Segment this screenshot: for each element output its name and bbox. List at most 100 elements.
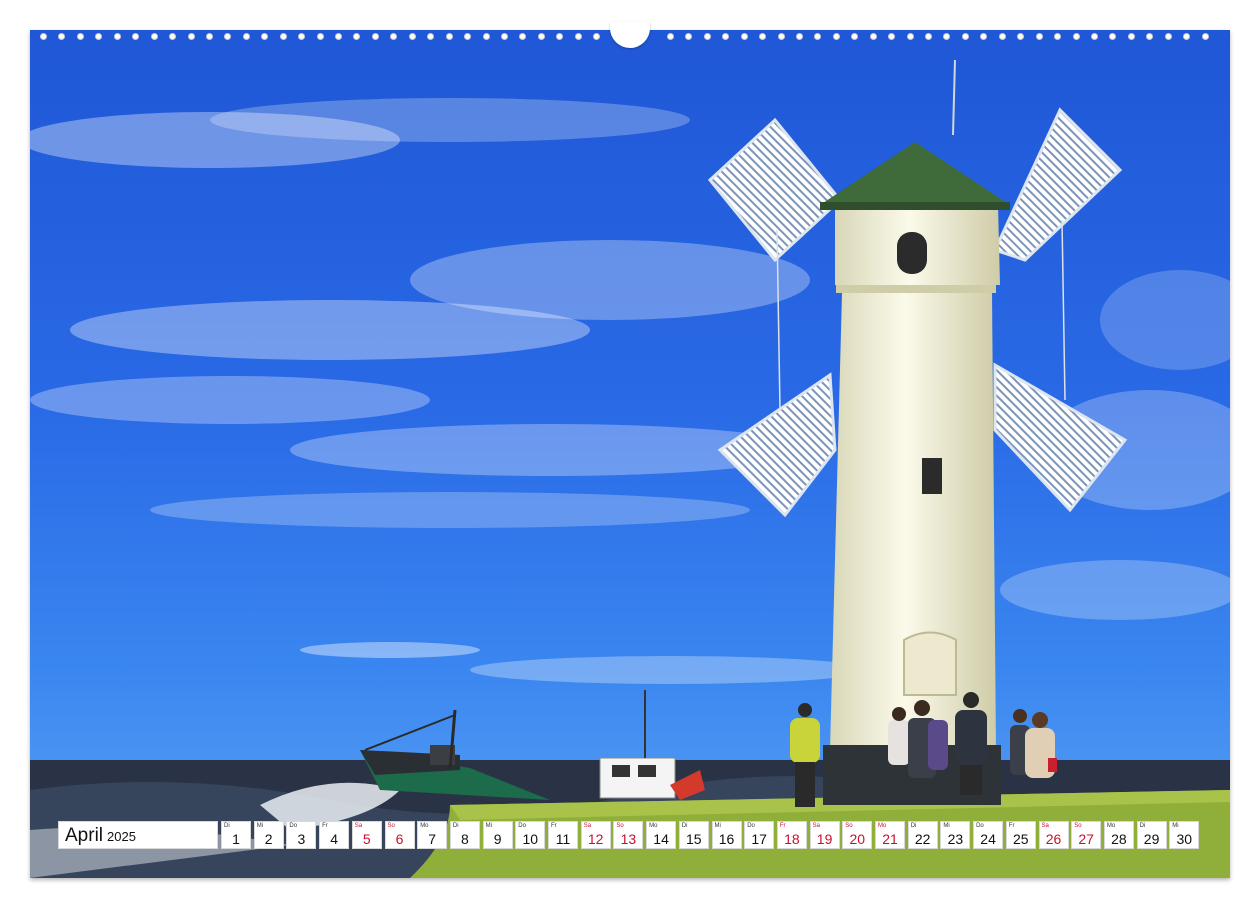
binding-hole <box>317 33 324 40</box>
binding-hole <box>1054 33 1061 40</box>
day-number: 16 <box>713 831 741 847</box>
binding-hole <box>925 33 932 40</box>
calendar-page: April 2025 Di1Mi2Do3Fr4Sa5So6Mo7Di8Mi9Do… <box>0 0 1260 908</box>
day-number: 21 <box>876 831 904 847</box>
calendar-day: Mo28 <box>1104 821 1134 849</box>
day-number: 17 <box>745 831 773 847</box>
calendar-day: Sa 12 <box>581 821 611 849</box>
day-number: 23 <box>941 831 969 847</box>
weekday-label: Mi <box>486 823 492 829</box>
binding-hole <box>519 33 526 40</box>
day-number: 14 <box>647 831 675 847</box>
weekday-label: Do <box>747 823 755 829</box>
weekday-label: Fr <box>1009 823 1015 829</box>
calendar-day: Mi30 <box>1169 821 1199 849</box>
weekday-label: Sa <box>355 823 362 829</box>
binding-hole <box>814 33 821 40</box>
binding-hole <box>95 33 102 40</box>
binding-hole <box>280 33 287 40</box>
calendar-day: Sa26 <box>1039 821 1069 849</box>
binding-hole <box>188 33 195 40</box>
binding-hole <box>1109 33 1116 40</box>
binding-hole <box>335 33 342 40</box>
binding-hole <box>372 33 379 40</box>
day-number: 22 <box>909 831 937 847</box>
day-number: 3 <box>287 831 315 847</box>
binding-hole <box>667 33 674 40</box>
binding-hole <box>759 33 766 40</box>
day-number: 9 <box>484 831 512 847</box>
binding-hole <box>409 33 416 40</box>
binding-hole <box>796 33 803 40</box>
photo-illustration <box>30 30 1230 878</box>
binding-hole <box>58 33 65 40</box>
weekday-label: Di <box>682 823 688 829</box>
weekday-label: Mo <box>420 823 428 829</box>
binding-hole <box>243 33 250 40</box>
small-boat <box>600 690 705 800</box>
month-label: April 2025 <box>58 821 218 849</box>
binding-hole <box>390 33 397 40</box>
day-number: 11 <box>549 831 577 847</box>
day-number: 4 <box>320 831 348 847</box>
day-number: 18 <box>778 831 806 847</box>
day-number: 2 <box>255 831 283 847</box>
weekday-label: Sa <box>813 823 820 829</box>
binding-hole <box>722 33 729 40</box>
binding-hole <box>298 33 305 40</box>
binding-hole <box>833 33 840 40</box>
day-number: 29 <box>1138 831 1166 847</box>
binding-hole <box>483 33 490 40</box>
calendar-day: Do24 <box>973 821 1003 849</box>
weekday-label: So <box>616 823 623 829</box>
day-number: 8 <box>451 831 479 847</box>
weekday-label: Sa <box>584 823 591 829</box>
binding-hole <box>224 33 231 40</box>
weekday-label: Do <box>518 823 526 829</box>
weekday-label: Di <box>224 823 230 829</box>
binding-hole <box>464 33 471 40</box>
day-number: 27 <box>1072 831 1100 847</box>
calendar-day: Fr 25 <box>1006 821 1036 849</box>
day-number: 15 <box>680 831 708 847</box>
calendar-strip: April 2025 Di1Mi2Do3Fr4Sa5So6Mo7Di8Mi9Do… <box>58 821 1204 849</box>
day-number: 12 <box>582 831 610 847</box>
weekday-label: Mo <box>878 823 886 829</box>
binding-hole <box>1146 33 1153 40</box>
binding-hole <box>501 33 508 40</box>
calendar-day: Do10 <box>515 821 545 849</box>
weekday-label: So <box>388 823 395 829</box>
calendar-day: Mi 9 <box>483 821 513 849</box>
calendar-day: So20 <box>842 821 872 849</box>
calendar-day: Fr4 <box>319 821 349 849</box>
binding-hole <box>685 33 692 40</box>
weekday-label: Do <box>289 823 297 829</box>
calendar-day: Mi16 <box>712 821 742 849</box>
calendar-day: Sa5 <box>352 821 382 849</box>
day-number: 20 <box>843 831 871 847</box>
windmill-lighthouse-photo <box>30 30 1230 878</box>
calendar-day: So27 <box>1071 821 1101 849</box>
binding-hole <box>1073 33 1080 40</box>
day-number: 25 <box>1007 831 1035 847</box>
day-number: 19 <box>811 831 839 847</box>
binding-hole <box>261 33 268 40</box>
calendar-day: Di1 <box>221 821 251 849</box>
calendar-day: Mi23 <box>940 821 970 849</box>
binding-hole <box>77 33 84 40</box>
calendar-day: Di22 <box>908 821 938 849</box>
binding-hole <box>132 33 139 40</box>
calendar-day: Di 15 <box>679 821 709 849</box>
weekday-label: Do <box>976 823 984 829</box>
binding-hole <box>741 33 748 40</box>
binding-hole <box>962 33 969 40</box>
binding-hole <box>114 33 121 40</box>
binding-hole <box>1036 33 1043 40</box>
binding-hole <box>1183 33 1190 40</box>
calendar-day: Sa 19 <box>810 821 840 849</box>
day-number: 6 <box>386 831 414 847</box>
binding-hole <box>575 33 582 40</box>
day-number: 30 <box>1170 831 1198 847</box>
binding-hole <box>778 33 785 40</box>
binding-hole <box>169 33 176 40</box>
